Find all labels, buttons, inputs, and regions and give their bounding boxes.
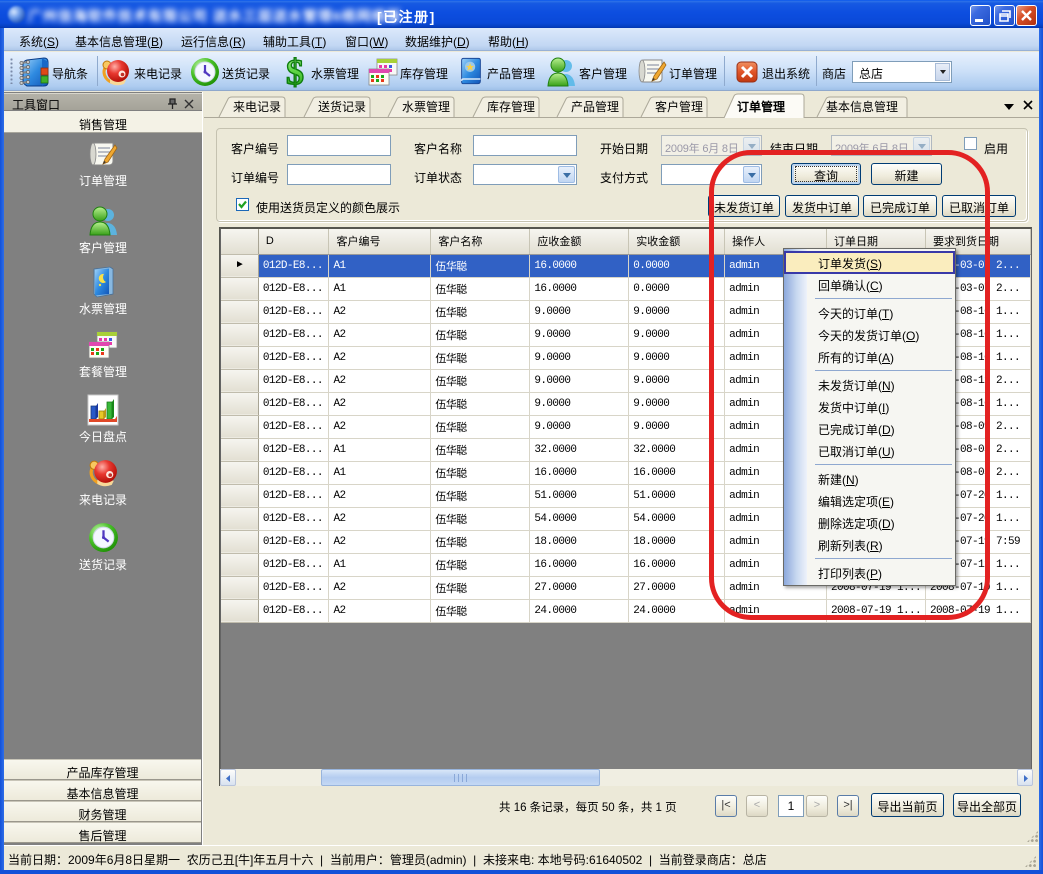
svg-text:客户管理: 客户管理 <box>655 99 703 114</box>
svg-text:基本信息管理: 基本信息管理 <box>826 99 898 114</box>
svg-text:库存管理: 库存管理 <box>487 99 535 114</box>
svg-text:订单管理: 订单管理 <box>737 99 785 114</box>
svg-text:产品管理: 产品管理 <box>571 99 619 114</box>
svg-text:水票管理: 水票管理 <box>402 99 450 114</box>
svg-text:送货记录: 送货记录 <box>318 99 366 114</box>
svg-text:来电记录: 来电记录 <box>233 100 281 114</box>
